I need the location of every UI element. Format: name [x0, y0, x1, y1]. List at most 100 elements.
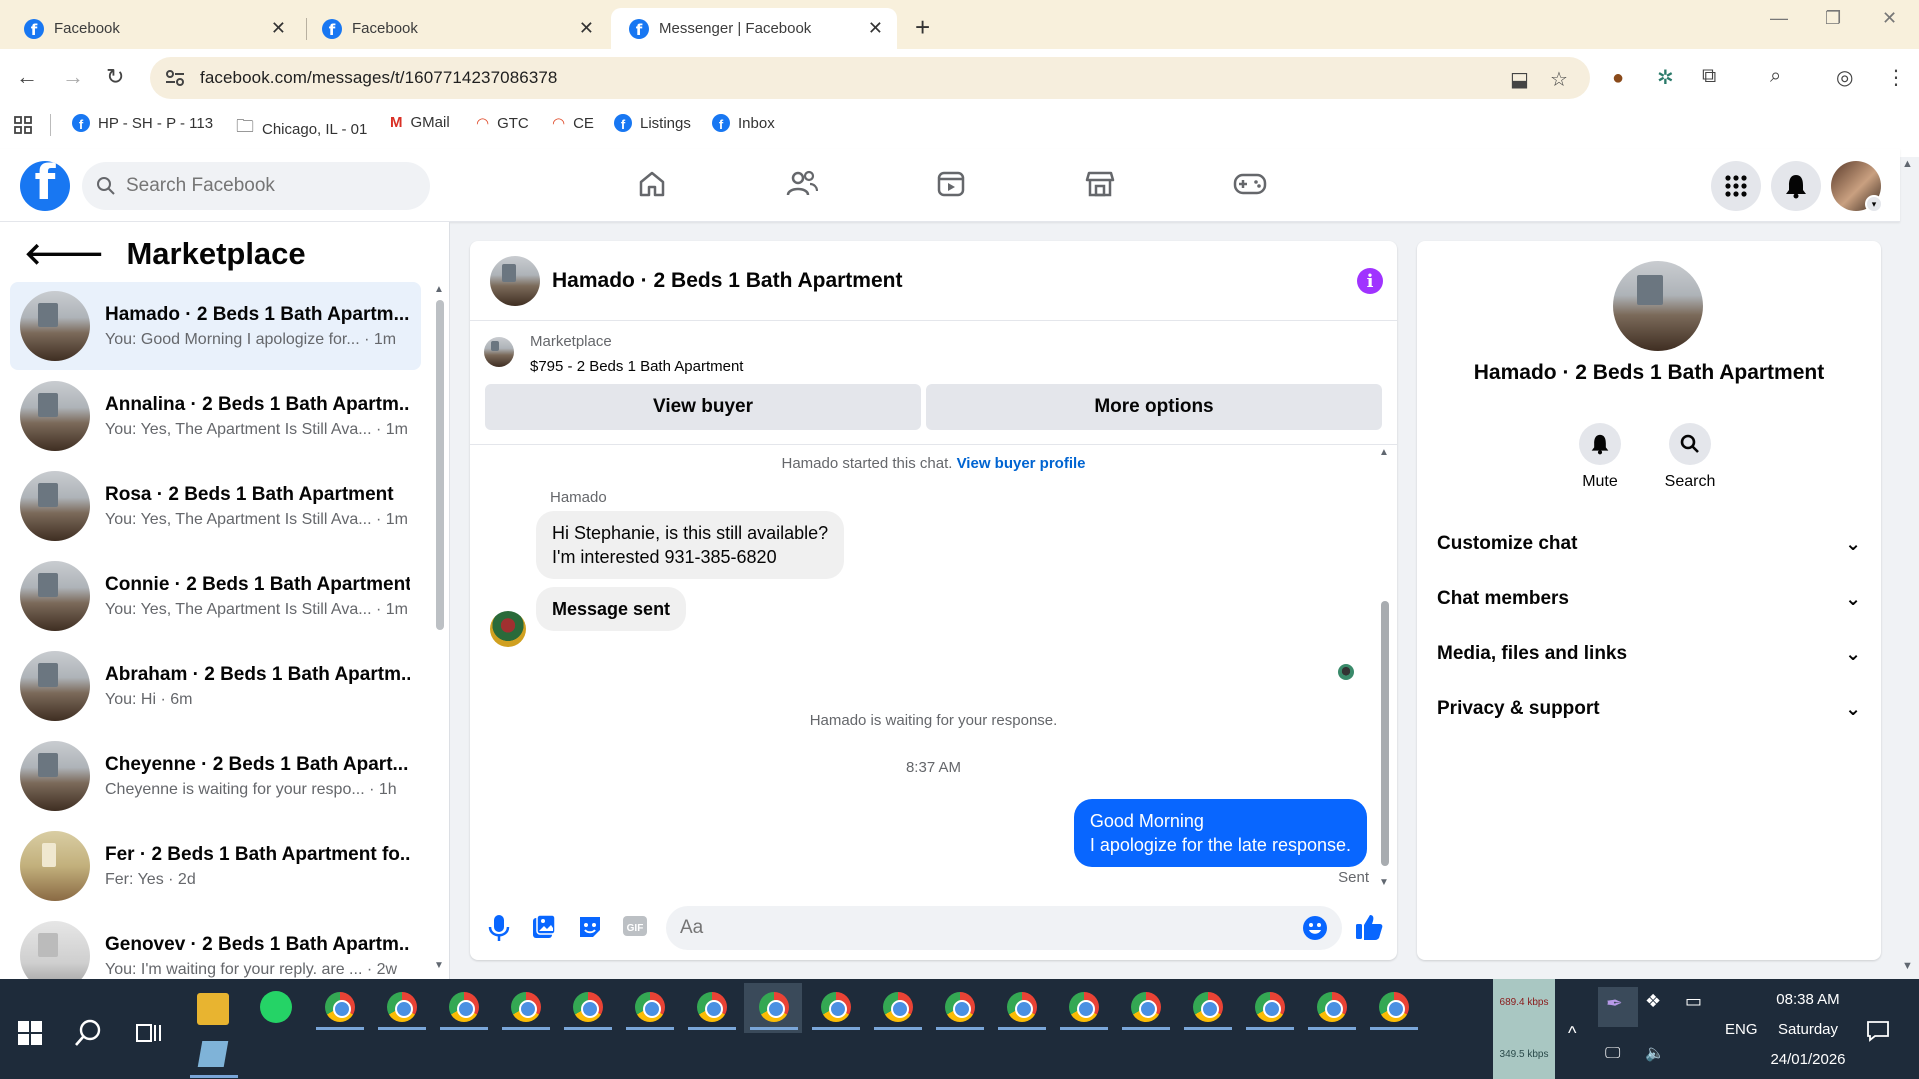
notepad-icon[interactable]	[197, 1041, 229, 1067]
network-icon[interactable]: 🖵	[1605, 1045, 1620, 1063]
notifications-button[interactable]	[1771, 161, 1821, 211]
chat-avatar[interactable]	[490, 255, 540, 306]
network-speed-widget[interactable]: 689.4 kbps 349.5 kbps	[1493, 979, 1555, 1079]
browser-tab-1[interactable]: f Facebook ✕	[0, 8, 300, 49]
view-buyer-button[interactable]: View buyer	[485, 384, 921, 430]
chrome-icon[interactable]	[635, 992, 665, 1022]
incoming-message-bubble[interactable]: Message sent	[536, 587, 687, 631]
bookmark-chicago[interactable]: 🗀 Chicago, IL - 01	[236, 114, 367, 144]
clock-time[interactable]: 08:38 AM	[1768, 991, 1848, 1008]
sticker-icon[interactable]	[577, 914, 603, 940]
thread-scroll-up-arrow[interactable]: ▲	[1379, 447, 1389, 458]
sender-avatar[interactable]	[490, 611, 526, 647]
page-scroll-up-arrow[interactable]: ▲	[1902, 158, 1913, 170]
chrome-icon[interactable]	[883, 992, 913, 1022]
cookie-extension-icon[interactable]: ●	[1612, 67, 1624, 90]
chat-title[interactable]: Hamado · 2 Beds 1 Bath Apartment	[552, 269, 902, 293]
gaming-icon[interactable]	[1233, 169, 1267, 199]
chrome-icon[interactable]	[1069, 992, 1099, 1022]
conversation-item-rosa[interactable]: Rosa · 2 Beds 1 Bath Apartment You: Yes, …	[10, 462, 421, 550]
search-icon[interactable]	[74, 1019, 102, 1047]
tab-search-icon[interactable]: ⌕	[1770, 65, 1781, 88]
page-scroll-down-arrow[interactable]: ▼	[1902, 960, 1913, 972]
menu-icon[interactable]: ⋮	[1886, 65, 1906, 90]
chrome-icon[interactable]	[945, 992, 975, 1022]
forward-icon[interactable]: →	[62, 64, 84, 90]
facebook-logo-icon[interactable]: f	[20, 161, 70, 211]
menu-grid-button[interactable]	[1711, 161, 1761, 211]
chrome-icon[interactable]	[325, 992, 355, 1022]
chrome-icon[interactable]	[573, 992, 603, 1022]
reload-icon[interactable]: ↻	[106, 64, 124, 90]
notification-center-icon[interactable]	[1866, 1019, 1890, 1043]
outgoing-message-bubble[interactable]: Good Morning I apologize for the late re…	[1073, 799, 1367, 867]
bookmark-listings[interactable]: f Listings	[614, 114, 691, 132]
browser-tab-3-active[interactable]: f Messenger | Facebook ✕	[611, 8, 897, 49]
thread-scroll-down-arrow[interactable]: ▼	[1379, 877, 1389, 888]
search-input[interactable]	[126, 175, 406, 197]
list-scrollbar[interactable]	[436, 300, 444, 630]
conversation-item-connie[interactable]: Connie · 2 Beds 1 Bath Apartment You: Yes…	[10, 552, 421, 640]
back-icon[interactable]: ←	[16, 64, 38, 90]
close-icon[interactable]: ✕	[579, 18, 594, 39]
extension-icon[interactable]: ✲	[1657, 65, 1674, 90]
thread-scrollbar[interactable]	[1381, 601, 1389, 866]
bookmark-star-icon[interactable]: ☆	[1550, 67, 1568, 92]
conversation-item-annalina[interactable]: Annalina · 2 Beds 1 Bath Apartm... You: Y…	[10, 372, 421, 460]
bookmark-inbox[interactable]: f Inbox	[712, 114, 775, 132]
list-scroll-down-arrow[interactable]: ▼	[434, 960, 444, 971]
windows-start-icon[interactable]	[18, 1021, 42, 1045]
privacy-support-section[interactable]: Privacy & support ⌄	[1437, 698, 1861, 721]
conversation-item-abraham[interactable]: Abraham · 2 Beds 1 Bath Apartm... You: Hi…	[10, 642, 421, 730]
chevron-up-icon[interactable]: ^	[1568, 1023, 1576, 1044]
incoming-message-bubble[interactable]: Hi Stephanie, is this still available? I…	[536, 511, 845, 579]
chrome-icon[interactable]	[1131, 992, 1161, 1022]
chat-members-section[interactable]: Chat members ⌄	[1437, 588, 1861, 611]
language-indicator[interactable]: ENG	[1725, 1021, 1758, 1038]
chrome-icon[interactable]	[1193, 992, 1223, 1022]
customize-chat-section[interactable]: Customize chat ⌄	[1437, 533, 1861, 556]
message-input-box[interactable]	[666, 906, 1342, 950]
conversation-item-cheyenne[interactable]: Cheyenne · 2 Beds 1 Bath Apart... Cheyenn…	[10, 732, 421, 820]
conversation-item-fer[interactable]: Fer · 2 Beds 1 Bath Apartment fo... Fer: …	[10, 822, 421, 910]
conversation-item-genovev[interactable]: Genovev · 2 Beds 1 Bath Apartm... You: I'…	[10, 912, 421, 979]
account-avatar[interactable]: ▾	[1831, 161, 1883, 213]
microphone-icon[interactable]	[488, 914, 510, 942]
window-close-icon[interactable]: ✕	[1882, 8, 1897, 29]
profile-icon[interactable]: ◎	[1836, 65, 1853, 90]
contact-avatar[interactable]	[1613, 261, 1703, 351]
bookmark-hp[interactable]: f HP - SH - P - 113	[72, 114, 213, 132]
whatsapp-icon[interactable]	[260, 991, 292, 1023]
chrome-icon[interactable]	[759, 992, 789, 1022]
extensions-puzzle-icon[interactable]: ⧉	[1702, 65, 1716, 88]
info-icon[interactable]: i	[1357, 268, 1383, 294]
minimize-icon[interactable]: —	[1770, 8, 1788, 29]
close-icon[interactable]: ✕	[271, 18, 286, 39]
back-arrow-icon[interactable]: 🡐	[24, 236, 104, 272]
chrome-icon[interactable]	[697, 992, 727, 1022]
chrome-icon[interactable]	[1379, 992, 1409, 1022]
gif-icon[interactable]: GIF	[622, 914, 648, 938]
battery-icon[interactable]: ▭	[1685, 991, 1702, 1012]
video-icon[interactable]	[936, 169, 966, 199]
emoji-icon[interactable]	[1302, 915, 1328, 941]
facebook-search[interactable]	[82, 162, 430, 210]
pen-icon[interactable]: ✒	[1606, 991, 1623, 1016]
more-options-button[interactable]: More options	[926, 384, 1382, 430]
conversation-item-hamado[interactable]: Hamado · 2 Beds 1 Bath Apartm... You: Goo…	[10, 282, 421, 370]
install-app-icon[interactable]: ⬓	[1510, 67, 1529, 92]
thumbs-up-icon[interactable]	[1355, 913, 1383, 941]
task-view-icon[interactable]	[136, 1021, 162, 1045]
bookmark-gmail[interactable]: M GMail	[390, 114, 450, 131]
list-scroll-up-arrow[interactable]: ▲	[434, 284, 444, 295]
browser-tab-2[interactable]: f Facebook ✕	[298, 8, 608, 49]
chrome-icon[interactable]	[387, 992, 417, 1022]
clock-day[interactable]: Saturday	[1768, 1021, 1848, 1038]
media-files-links-section[interactable]: Media, files and links ⌄	[1437, 643, 1861, 666]
file-explorer-icon[interactable]	[197, 993, 229, 1025]
marketplace-listing-banner[interactable]: Marketplace $795 - 2 Beds 1 Bath Apartme…	[484, 333, 743, 375]
clock-date[interactable]: 24/01/2026	[1762, 1051, 1854, 1068]
view-buyer-profile-link[interactable]: View buyer profile	[957, 455, 1086, 472]
chrome-icon[interactable]	[449, 992, 479, 1022]
chrome-icon[interactable]	[1317, 992, 1347, 1022]
